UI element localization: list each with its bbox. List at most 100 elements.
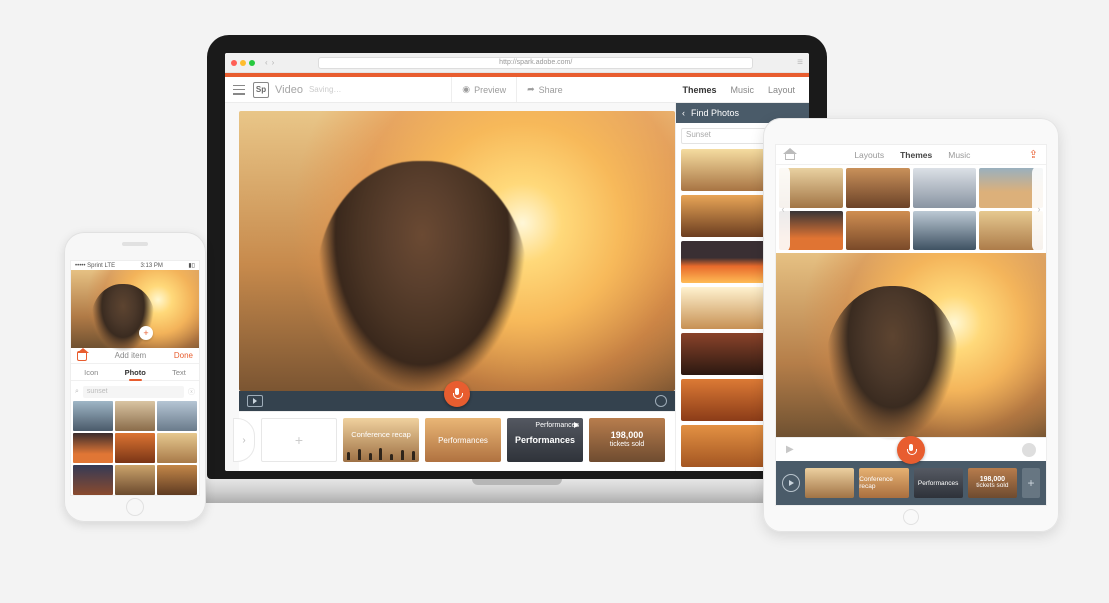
ipad-device: Layouts Themes Music ⇪ ‹ › ▶: [763, 118, 1059, 532]
browser-menu-icon[interactable]: ≡: [797, 57, 803, 68]
back-icon[interactable]: ‹: [265, 58, 268, 67]
menu-icon[interactable]: [233, 85, 245, 95]
tab-themes[interactable]: Themes: [900, 150, 932, 160]
photo-result[interactable]: [157, 433, 197, 463]
nav-arrows[interactable]: ‹ ›: [265, 58, 274, 67]
play-icon: [789, 480, 794, 486]
clip-label: Conference recap: [351, 430, 411, 439]
timeline-clip[interactable]: Conference recap: [859, 468, 908, 498]
search-icon: ⌕: [75, 388, 79, 396]
iphone-canvas[interactable]: +: [71, 270, 199, 348]
address-bar[interactable]: http://spark.adobe.com/: [318, 57, 753, 69]
timeline-clip[interactable]: Conference recap 2: [343, 418, 419, 462]
done-button[interactable]: Done: [174, 351, 193, 360]
scroll-left[interactable]: ‹: [776, 165, 790, 253]
clear-search-icon[interactable]: ⓧ: [188, 387, 195, 397]
photo-result[interactable]: [115, 401, 155, 431]
home-icon[interactable]: [77, 351, 87, 361]
laptop-bezel: ‹ › http://spark.adobe.com/ ≡ Sp Video S…: [207, 35, 827, 479]
clip-label: Performances: [438, 436, 488, 445]
video-canvas[interactable]: [239, 111, 675, 391]
maximize-window-icon[interactable]: [249, 60, 255, 66]
theme-thumb[interactable]: [913, 168, 977, 208]
editor-area: › + 1 Conference recap 2 Performances 3: [225, 103, 809, 471]
record-voiceover-button[interactable]: [444, 381, 470, 407]
back-icon[interactable]: ‹: [682, 108, 685, 118]
save-status: Saving…: [309, 85, 341, 94]
find-photos-title: Find Photos: [691, 108, 739, 118]
spark-logo: Sp: [253, 82, 269, 98]
battery-icon: ▮▯: [188, 262, 195, 269]
timeline: › + 1 Conference recap 2 Performances 3: [239, 411, 675, 471]
close-window-icon[interactable]: [231, 60, 237, 66]
play-icon: [253, 398, 257, 404]
tab-layouts[interactable]: Layouts: [854, 150, 884, 160]
tab-icon[interactable]: Icon: [84, 368, 98, 377]
tab-text[interactable]: Text: [172, 368, 186, 377]
browser-chrome: ‹ › http://spark.adobe.com/ ≡: [225, 53, 809, 73]
timeline-clip[interactable]: 198,000 tickets sold: [589, 418, 665, 462]
eye-icon: ◉: [462, 84, 470, 95]
share-icon[interactable]: ⇪: [1029, 148, 1038, 161]
minimize-window-icon[interactable]: [240, 60, 246, 66]
canvas-column: › + 1 Conference recap 2 Performances 3: [225, 103, 675, 471]
photo-result[interactable]: [73, 433, 113, 463]
carrier-label: ••••• Sprint LTE: [75, 263, 115, 269]
home-icon[interactable]: [784, 149, 796, 161]
photo-result[interactable]: [115, 433, 155, 463]
preview-button[interactable]: ◉ Preview: [451, 77, 516, 102]
canvas-subject: [91, 284, 155, 358]
clock-label: 3:13 PM: [141, 263, 163, 269]
photo-result[interactable]: [73, 465, 113, 495]
ipad-timeline: Conference recap Performances 198,000 ti…: [776, 461, 1046, 505]
clip-label: Performances: [535, 422, 579, 429]
record-voiceover-button[interactable]: [897, 436, 925, 464]
timeline-clip[interactable]: Performances: [914, 468, 963, 498]
stop-icon[interactable]: [655, 395, 667, 407]
timeline-clip[interactable]: [805, 468, 854, 498]
add-clip-button[interactable]: +: [1022, 468, 1040, 498]
scroll-right[interactable]: ›: [1032, 165, 1046, 253]
photo-result[interactable]: [73, 401, 113, 431]
preview-label: Preview: [474, 85, 506, 95]
theme-thumb[interactable]: [846, 168, 910, 208]
timeline-play-button[interactable]: [782, 474, 800, 492]
tab-photo[interactable]: Photo: [125, 368, 146, 377]
tab-music[interactable]: Music: [730, 85, 754, 95]
timeline-clip[interactable]: Performances Performances 4: [507, 418, 583, 462]
fullscreen-play-button[interactable]: [247, 395, 263, 407]
window-controls[interactable]: [231, 60, 255, 66]
canvas-subject: [317, 161, 526, 391]
theme-thumb[interactable]: [913, 211, 977, 251]
content-type-tabs: Icon Photo Text: [71, 364, 199, 381]
add-content-button[interactable]: +: [139, 326, 153, 340]
timeline-scroll-left[interactable]: ›: [233, 418, 255, 462]
theme-thumbnails: ‹ ›: [776, 165, 1046, 253]
ipad-canvas[interactable]: [776, 253, 1046, 437]
iphone-screen: ••••• Sprint LTE 3:13 PM ▮▯ + Add item D…: [70, 260, 200, 496]
play-icon[interactable]: ▶: [786, 444, 794, 455]
photo-result[interactable]: [115, 465, 155, 495]
ipad-tabs: Layouts Themes Music: [854, 150, 970, 160]
ipad-play-bar: ▶: [776, 437, 1046, 461]
timeline-clip[interactable]: 198,000 tickets sold: [968, 468, 1017, 498]
laptop-device: ‹ › http://spark.adobe.com/ ≡ Sp Video S…: [207, 35, 827, 479]
microphone-icon: [907, 444, 915, 456]
play-icon: [574, 422, 579, 428]
app-toolbar: Sp Video Saving… ◉ Preview ➦ Share Theme…: [225, 77, 809, 103]
timeline-clip[interactable]: Performances 3: [425, 418, 501, 462]
theme-thumb[interactable]: [846, 211, 910, 251]
top-nav: Themes Music Layout: [682, 85, 801, 95]
tab-music[interactable]: Music: [948, 150, 970, 160]
forward-icon[interactable]: ›: [272, 58, 275, 67]
photo-grid: [71, 401, 199, 495]
photo-result[interactable]: [157, 401, 197, 431]
tab-themes[interactable]: Themes: [682, 85, 716, 95]
canvas-subject: [825, 286, 960, 455]
tab-layout[interactable]: Layout: [768, 85, 795, 95]
add-clip-button[interactable]: + 1: [261, 418, 337, 462]
share-button[interactable]: ➦ Share: [516, 77, 573, 102]
photo-search-row: ⌕ sunset ⓧ: [75, 385, 195, 398]
search-input[interactable]: sunset: [83, 386, 184, 398]
photo-result[interactable]: [157, 465, 197, 495]
